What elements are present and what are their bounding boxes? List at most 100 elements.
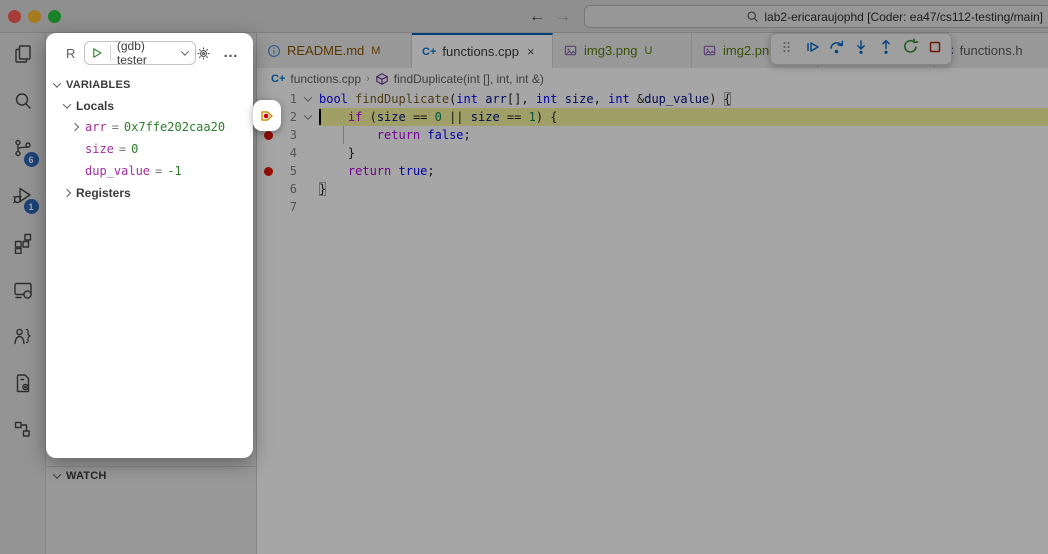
debug-restart-button[interactable] xyxy=(899,37,923,61)
person-bracket-icon xyxy=(11,324,35,353)
locals-scope-header[interactable]: Locals xyxy=(46,95,253,116)
code-line-row: 6} xyxy=(257,180,1048,198)
command-center-search[interactable]: lab2-ericaraujophd [Coder: ea47/cs112-te… xyxy=(584,5,1048,28)
activity-item-search[interactable] xyxy=(0,80,46,127)
fold-gutter[interactable] xyxy=(297,198,319,216)
variable-name: arr xyxy=(85,120,107,134)
breakpoint-gutter[interactable] xyxy=(257,144,281,162)
breakpoint-icon[interactable] xyxy=(264,130,273,140)
image-icon xyxy=(563,43,578,58)
code-line[interactable]: } xyxy=(319,180,1048,198)
code-line[interactable]: } xyxy=(319,144,1048,162)
fold-gutter[interactable] xyxy=(297,126,319,144)
close-icon[interactable]: × xyxy=(527,44,535,59)
fold-gutter[interactable] xyxy=(297,162,319,180)
line-number[interactable]: 4 xyxy=(281,144,297,162)
line-number[interactable]: 2 xyxy=(281,108,297,126)
variable-row-dup_value[interactable]: dup_value = -1 xyxy=(46,160,253,182)
chevron-down-icon xyxy=(52,470,62,479)
navigate-back-icon[interactable]: ← xyxy=(526,6,548,28)
navigate-forward-icon[interactable]: → xyxy=(552,6,574,28)
breakpoint-icon[interactable] xyxy=(264,166,273,176)
breadcrumb: C+ functions.cpp › findDuplicate(int [],… xyxy=(257,68,1048,90)
code-line[interactable] xyxy=(319,198,1048,216)
variable-row-arr[interactable]: arr = 0x7ffe202caa20 xyxy=(46,116,253,138)
activity-item-runner-settings[interactable] xyxy=(0,362,46,409)
activity-item-extensions[interactable] xyxy=(0,221,46,268)
activity-item-run-and-debug[interactable]: 1 xyxy=(0,174,46,221)
variable-value: 0 xyxy=(131,142,139,156)
chevron-down-icon xyxy=(52,78,62,88)
fold-gutter[interactable] xyxy=(297,180,319,198)
editor-group: README.md M C+ functions.cpp × img3.png Uimg2.… xyxy=(257,33,1048,554)
breakpoint-gutter[interactable] xyxy=(257,198,281,216)
chevron-right-icon xyxy=(62,188,72,198)
fold-gutter[interactable] xyxy=(297,144,319,162)
line-number[interactable]: 3 xyxy=(281,126,297,144)
activity-item-hierarchy[interactable] xyxy=(0,409,46,456)
activity-badge: 1 xyxy=(23,199,39,214)
watch-section-header[interactable]: WATCH xyxy=(52,470,107,482)
debug-settings-gear-icon[interactable] xyxy=(196,46,211,61)
variable-value: -1 xyxy=(167,164,182,178)
activity-item-source-control[interactable]: 6 xyxy=(0,127,46,174)
variable-row-size[interactable]: size = 0 xyxy=(46,138,253,160)
line-number[interactable]: 7 xyxy=(281,198,297,216)
activity-item-remote-explorer[interactable] xyxy=(0,268,46,315)
fold-chevron-icon[interactable] xyxy=(303,93,313,102)
breadcrumb-file[interactable]: functions.cpp xyxy=(290,72,361,86)
code-line[interactable]: if (size == 0 || size == 1) { xyxy=(319,108,1048,126)
registers-scope-header[interactable]: Registers xyxy=(46,182,253,204)
launch-config-select[interactable]: (gdb) tester xyxy=(117,39,176,67)
code-line[interactable]: bool findDuplicate(int arr[], int size, … xyxy=(319,90,1048,108)
debug-drag-handle-button[interactable] xyxy=(775,37,799,61)
debug-toolbar xyxy=(770,33,952,65)
line-number[interactable]: 6 xyxy=(281,180,297,198)
close-window-button[interactable] xyxy=(8,10,21,23)
info-icon xyxy=(267,44,281,58)
current-step-indicator xyxy=(253,100,281,131)
code-line-row: 3 return false; xyxy=(257,126,1048,144)
search-icon xyxy=(11,89,35,118)
code-line[interactable]: return false; xyxy=(319,126,1048,144)
start-debugging-icon[interactable] xyxy=(90,46,104,60)
breadcrumb-symbol[interactable]: findDuplicate(int [], int, int &) xyxy=(394,72,544,86)
activity-bar: 61 xyxy=(0,33,46,554)
fold-gutter[interactable] xyxy=(297,108,319,126)
code-line-row: 7 xyxy=(257,198,1048,216)
expand-chevron-icon[interactable] xyxy=(70,122,85,132)
variable-name: dup_value xyxy=(85,164,151,178)
tab-functions-cpp[interactable]: C+ functions.cpp × xyxy=(412,33,553,68)
breakpoint-gutter[interactable] xyxy=(257,162,281,180)
breakpoint-gutter[interactable] xyxy=(257,180,281,198)
variables-section-header[interactable]: VARIABLES xyxy=(46,74,253,95)
minimize-window-button[interactable] xyxy=(28,10,41,23)
activity-badge: 6 xyxy=(23,152,39,167)
tab-README-md[interactable]: README.md M xyxy=(257,33,412,68)
tab-img3-png[interactable]: img3.png U xyxy=(553,33,692,68)
chevron-down-icon xyxy=(180,47,190,56)
debug-panel-header: R (gdb) tester … xyxy=(66,39,239,67)
variable-name: size xyxy=(85,142,114,156)
debug-continue-button[interactable] xyxy=(800,37,824,61)
tab-label: functions.cpp xyxy=(442,44,519,59)
activity-item-explorer[interactable] xyxy=(0,33,46,80)
equals-sign: = xyxy=(111,120,119,134)
more-actions-icon[interactable]: … xyxy=(223,45,239,60)
debug-step-over-button[interactable] xyxy=(824,37,848,61)
line-number[interactable]: 1 xyxy=(281,90,297,108)
magnifier-icon xyxy=(747,11,759,22)
line-number[interactable]: 5 xyxy=(281,162,297,180)
fold-gutter[interactable] xyxy=(297,90,319,108)
code-line[interactable]: return true; xyxy=(319,162,1048,180)
equals-sign: = xyxy=(118,142,127,156)
cpp-file-icon: C+ xyxy=(271,73,286,85)
activity-item-accessibility[interactable] xyxy=(0,315,46,362)
debug-step-out-button[interactable] xyxy=(874,37,898,61)
code-line-row: 2 if (size == 0 || size == 1) { xyxy=(257,108,1048,126)
code-editor[interactable]: 1 bool findDuplicate(int arr[], int size,… xyxy=(257,90,1048,216)
debug-step-into-button[interactable] xyxy=(849,37,873,61)
fold-chevron-icon[interactable] xyxy=(303,111,313,120)
debug-stop-button[interactable] xyxy=(923,37,947,61)
maximize-window-button[interactable] xyxy=(48,10,61,23)
